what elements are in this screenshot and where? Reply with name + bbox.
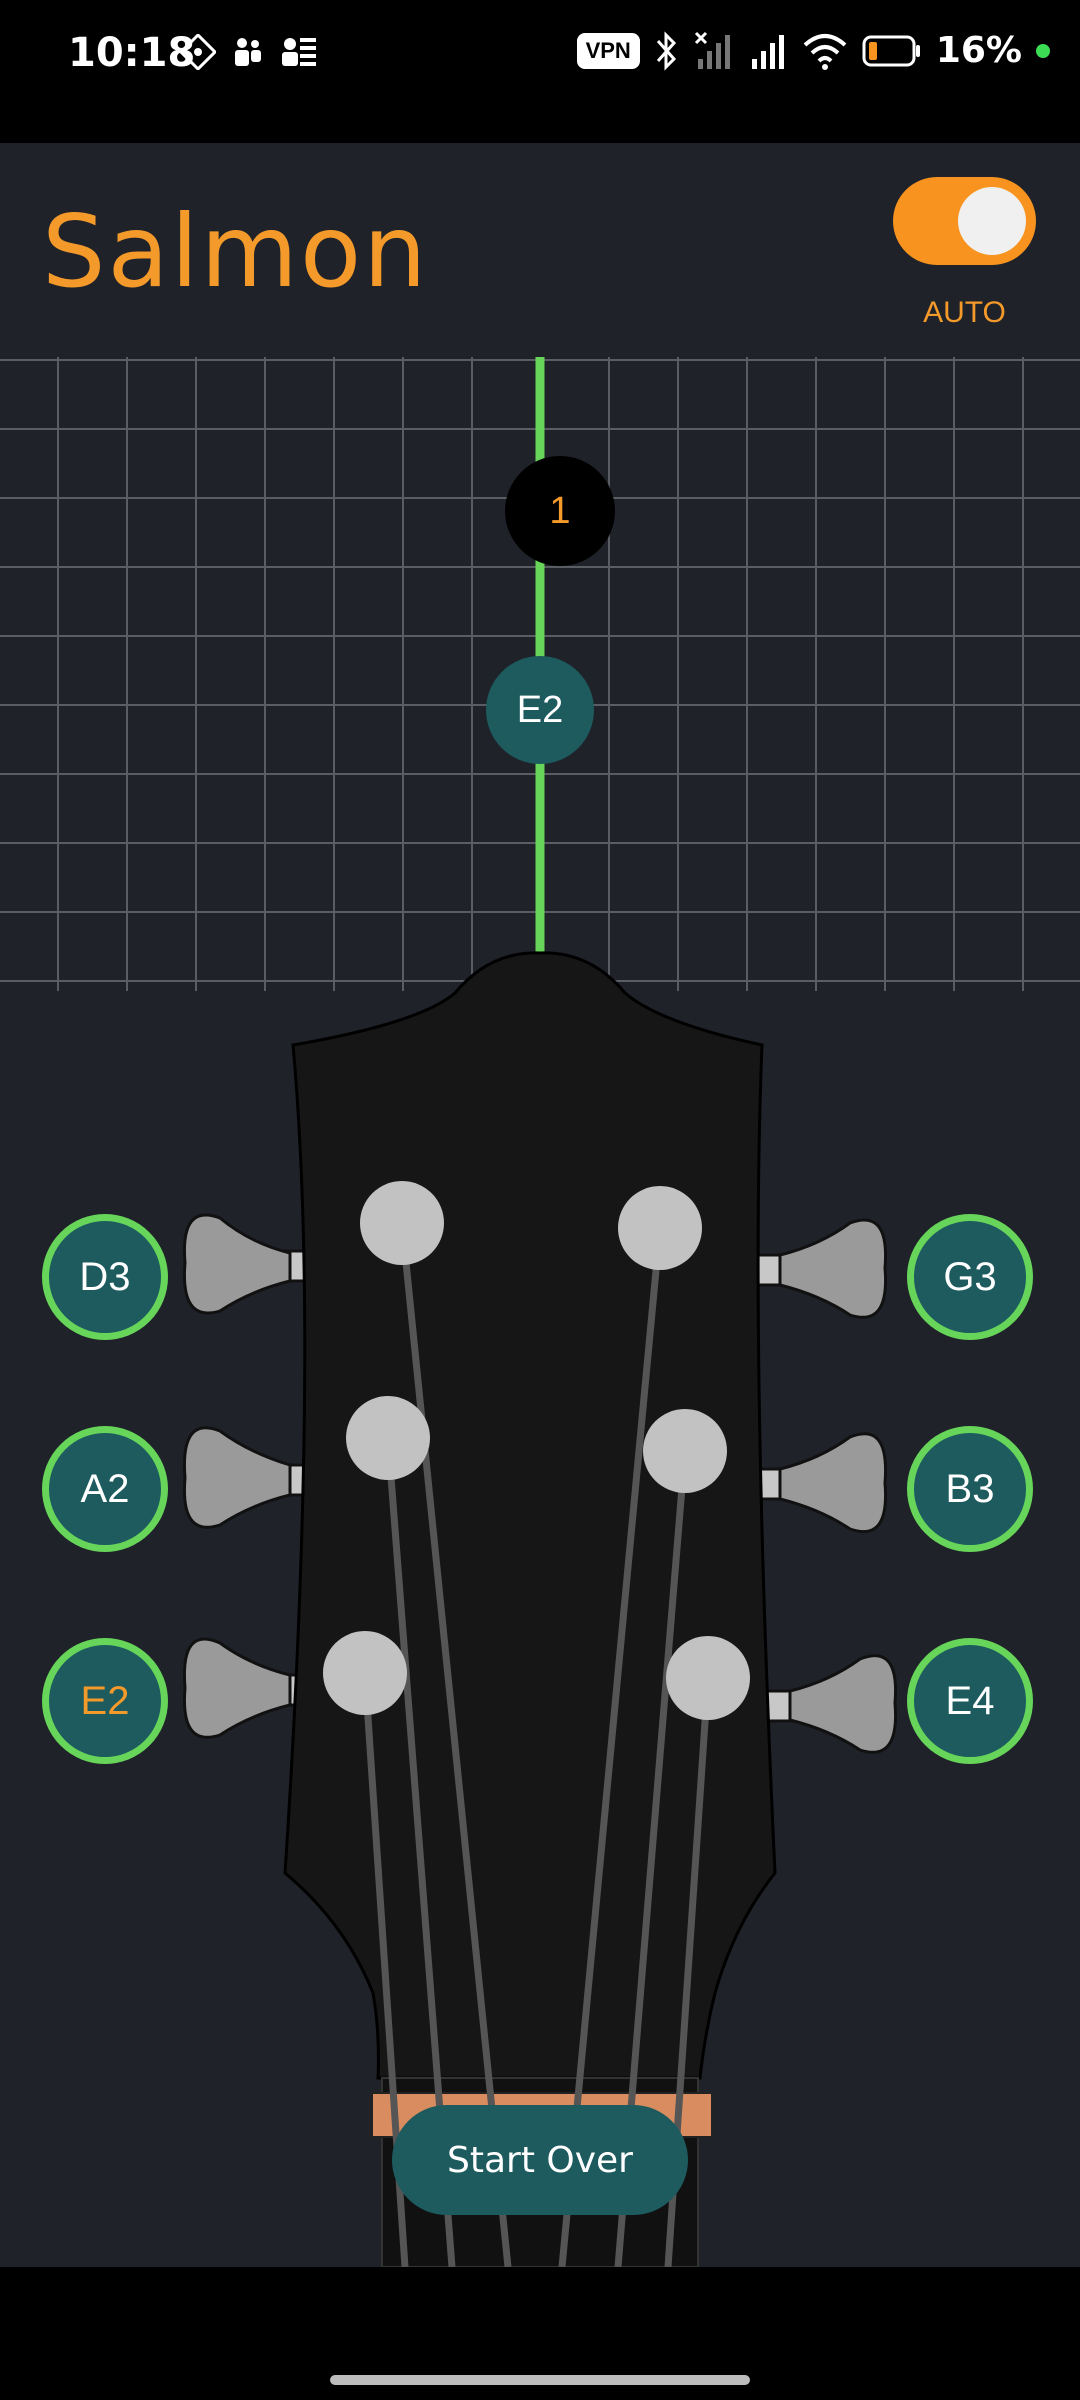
detected-note-indicator: E2 [486, 656, 594, 764]
status-bar: 10:18 VPN 16% [0, 0, 1080, 143]
contacts-icon [282, 38, 316, 66]
string-button-g3[interactable]: G3 [907, 1214, 1033, 1340]
tuner-screen: Salmon AUTO 1 E2 D3 A2 E2 G3 B3 E4 Start… [0, 143, 1080, 2267]
battery-percent: 16% [935, 30, 1022, 71]
privacy-indicator-dot [1036, 43, 1050, 58]
teams-icon [235, 38, 261, 66]
status-time: 10:18 [68, 30, 196, 76]
system-icons: VPN 16% [576, 30, 1050, 71]
string-button-e2[interactable]: E2 [42, 1638, 168, 1764]
string-button-e4[interactable]: E4 [907, 1638, 1033, 1764]
vpn-badge: VPN [576, 32, 640, 69]
bluetooth-icon [656, 30, 676, 71]
string-button-b3[interactable]: B3 [907, 1426, 1033, 1552]
counter-badge: 1 [505, 456, 615, 566]
signal-icon [751, 34, 784, 69]
app-icon-1 [180, 34, 216, 70]
signal-off-icon [694, 31, 730, 69]
headstock-body [283, 951, 777, 2080]
home-gesture-handle[interactable] [330, 2375, 750, 2385]
wifi-icon [803, 33, 847, 70]
notification-icons [180, 34, 318, 70]
start-over-button[interactable]: Start Over [392, 2105, 688, 2215]
string-button-d3[interactable]: D3 [42, 1214, 168, 1340]
navigation-bar [0, 2267, 1080, 2400]
string-button-a2[interactable]: A2 [42, 1426, 168, 1552]
battery-icon [862, 35, 920, 66]
